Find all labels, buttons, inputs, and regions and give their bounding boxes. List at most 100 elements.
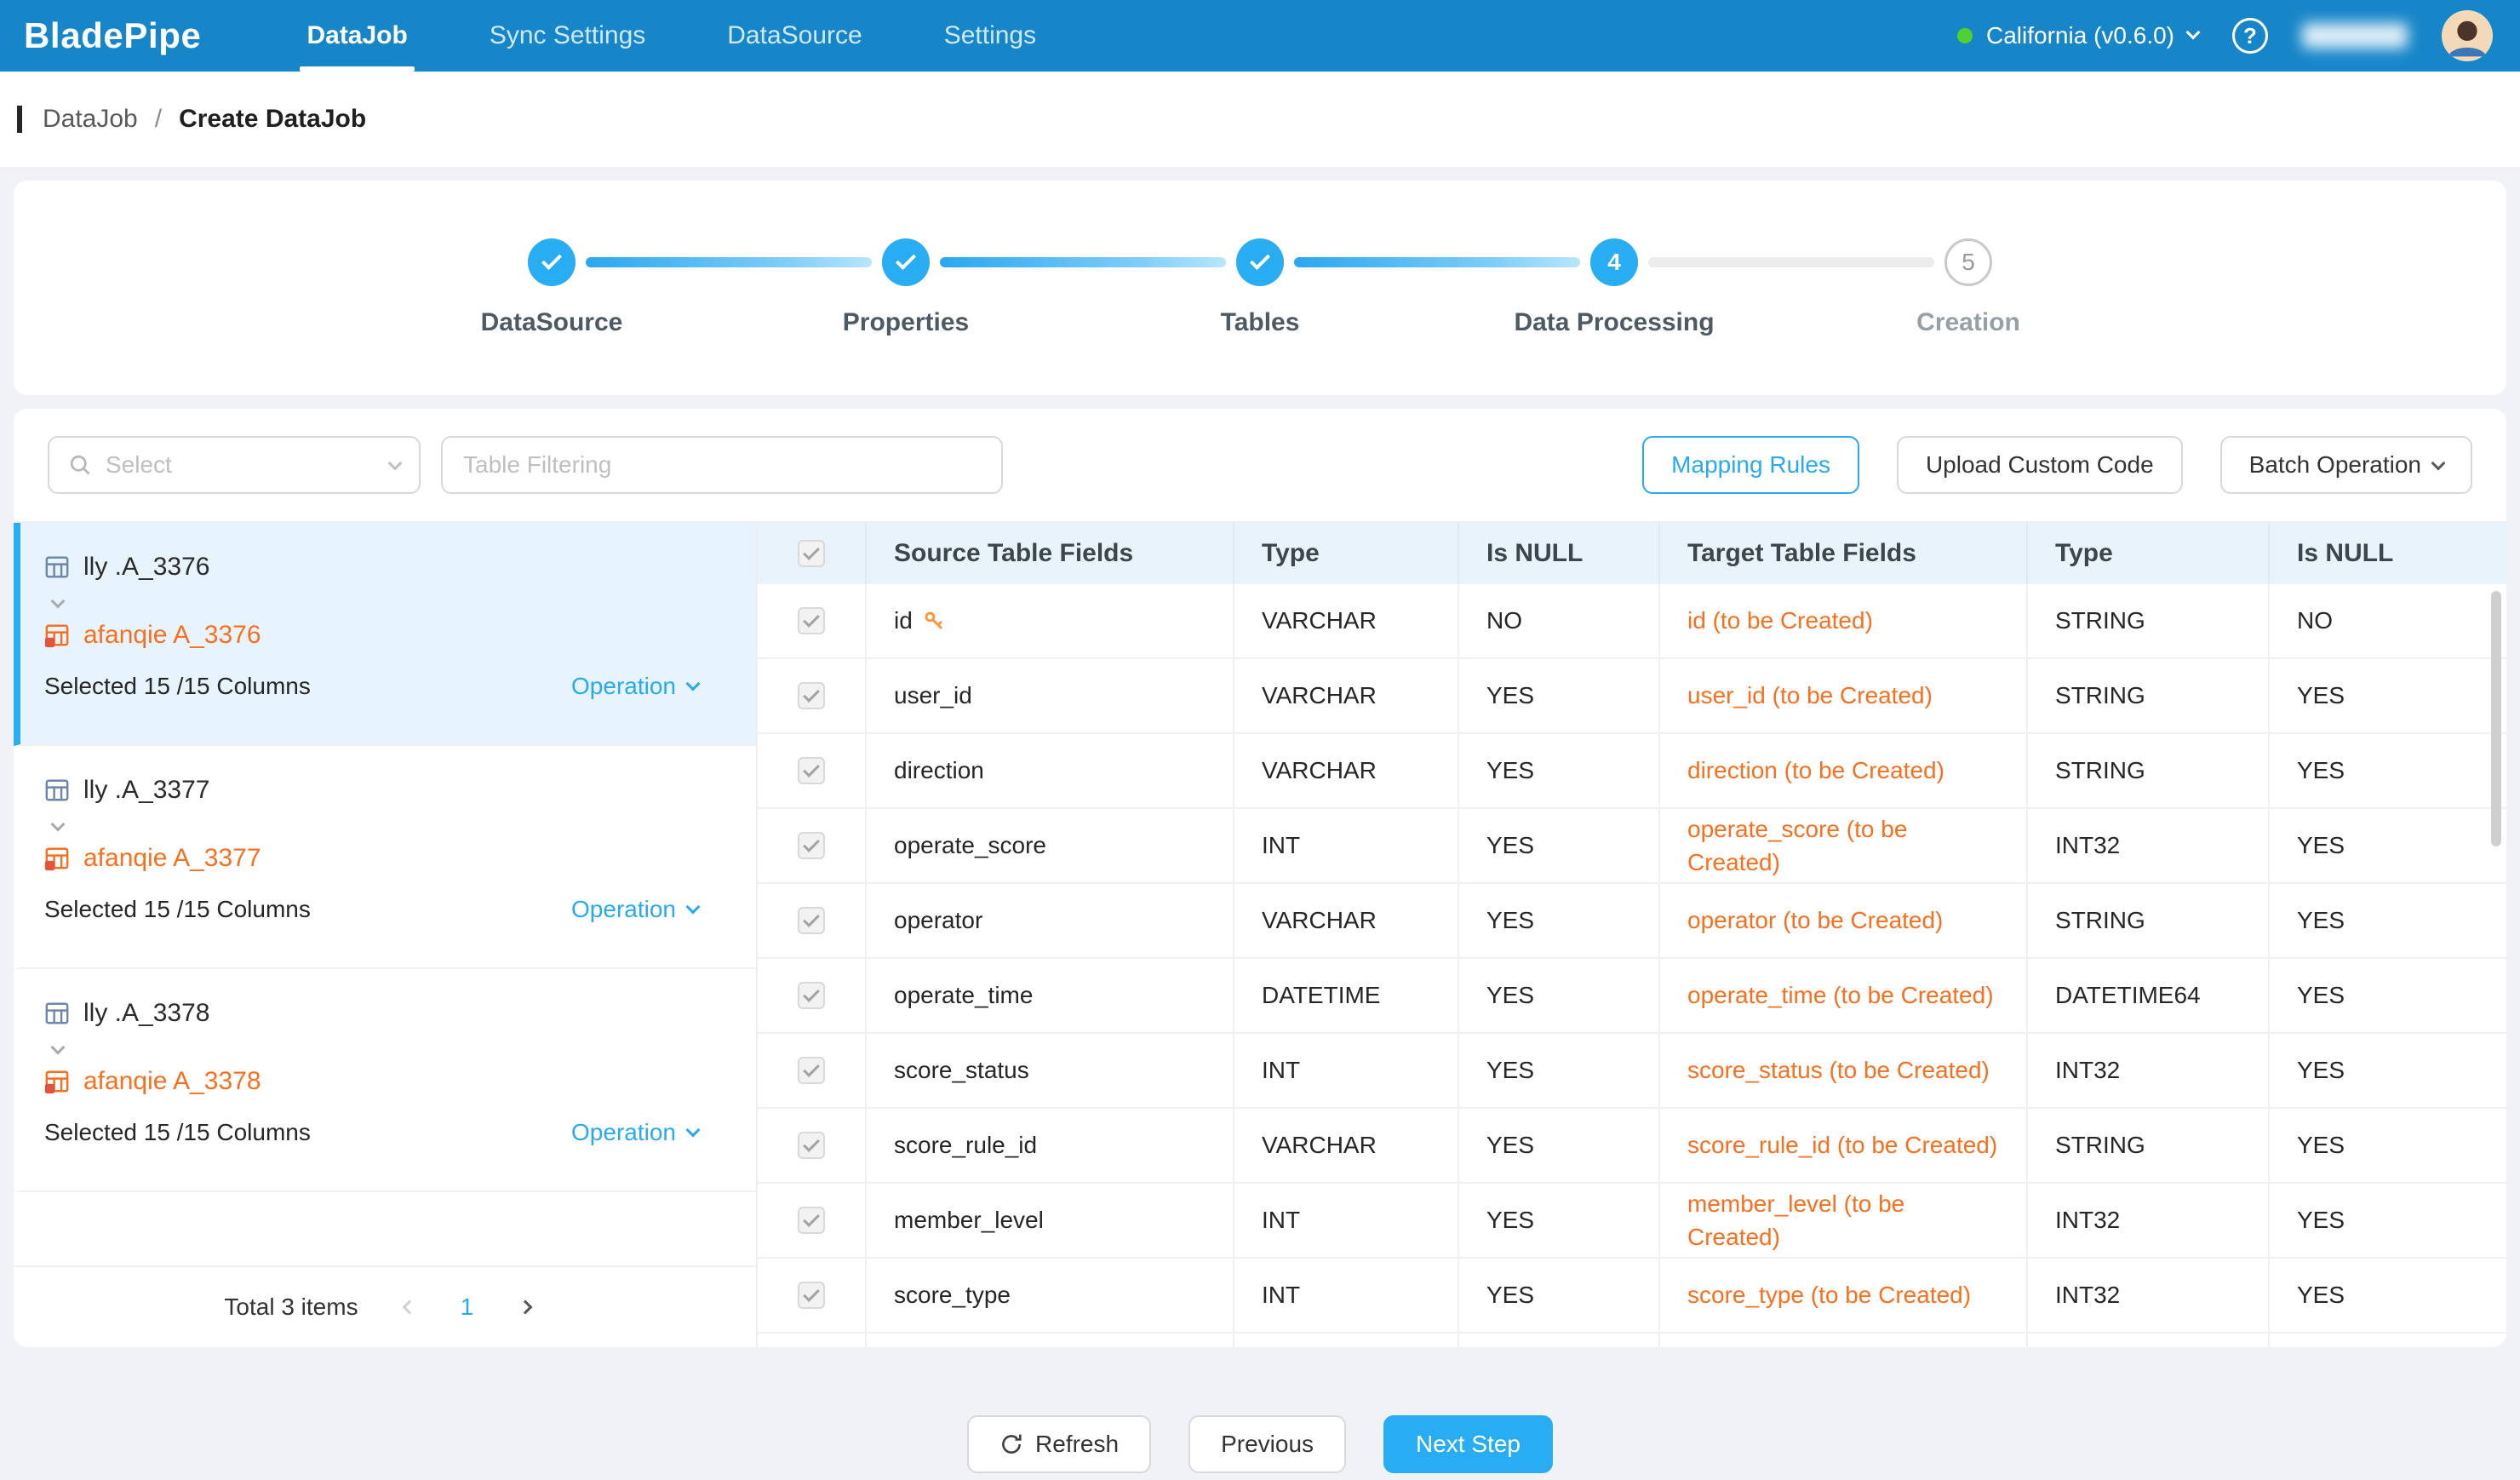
footer-actions: Refresh Previous Next Step (0, 1415, 2520, 1473)
scrollbar-thumb[interactable] (2491, 591, 2501, 846)
select-all-checkbox[interactable] (798, 540, 825, 567)
nav-item-label: DataSource (727, 21, 862, 50)
table-mapping-items: lly .A_3376 (14, 523, 756, 1192)
nav-item-label: Sync Settings (490, 21, 645, 50)
row-checkbox[interactable] (798, 1282, 825, 1309)
step: Properties (729, 238, 1083, 337)
operation-link[interactable]: Operation (571, 1119, 698, 1146)
source-field-type: VARCHAR (1234, 884, 1459, 957)
target-field-null: YES (2270, 959, 2506, 1032)
table-mapping-item[interactable]: lly .A_3378 (14, 969, 756, 1192)
table-body: id VARCHAR NO id (to be Created) STR (758, 584, 2506, 1334)
source-field-type: INT (1234, 1259, 1459, 1332)
source-field-name: id (894, 607, 913, 634)
step-number: 4 (1607, 249, 1621, 276)
source-field-name: direction (894, 757, 984, 784)
username-redacted (2302, 23, 2408, 49)
row-checkbox[interactable] (798, 607, 825, 634)
nav-item[interactable]: Sync Settings (449, 0, 686, 72)
stepper: DataSource Properties (375, 238, 2145, 337)
next-step-button[interactable]: Next Step (1383, 1415, 1553, 1473)
row-checkbox[interactable] (798, 832, 825, 859)
row-checkbox[interactable] (798, 982, 825, 1009)
breadcrumb-parent[interactable]: DataJob (43, 105, 138, 134)
source-field-type: VARCHAR (1234, 734, 1459, 807)
source-field-null: YES (1459, 1034, 1660, 1107)
nav-item[interactable]: DataSource (686, 0, 902, 72)
target-field-name: score_type (to be Created) (1687, 1278, 1971, 1311)
toolbar: Select Mapping Rules Upload Custom Code … (14, 409, 2506, 521)
target-table-icon (44, 846, 70, 871)
pagination-page[interactable]: 1 (447, 1287, 488, 1328)
source-field-null: NO (1459, 584, 1660, 657)
status-dot (1957, 28, 1973, 43)
next-step-label: Next Step (1416, 1431, 1521, 1458)
target-table-icon (44, 622, 70, 648)
row-checkbox[interactable] (798, 1057, 825, 1084)
region-selector[interactable]: California (v0.6.0) (1957, 22, 2198, 49)
source-field-type: VARCHAR (1234, 584, 1459, 657)
table-mapping-item[interactable]: lly .A_3376 (14, 523, 756, 746)
step-icon (1236, 238, 1284, 286)
pagination-next[interactable] (505, 1287, 546, 1328)
chevron-down-icon (686, 1123, 701, 1138)
source-field-name: operate_score (894, 832, 1046, 859)
source-field-type: DATETIME (1234, 959, 1459, 1032)
step-check-icon (896, 250, 916, 270)
table-mapping-list: lly .A_3376 (14, 523, 758, 1347)
table-row: operator VARCHAR YES operator (to be Cre… (758, 884, 2506, 959)
help-icon[interactable]: ? (2232, 18, 2268, 54)
breadcrumb-separator: / (155, 105, 162, 134)
col-source-null: Is NULL (1459, 523, 1660, 584)
table-row: user_id VARCHAR YES user_id (to be Creat… (758, 659, 2506, 734)
primary-key-icon (923, 610, 945, 632)
step-icon: 5 (1944, 238, 1992, 286)
mapping-rules-button[interactable]: Mapping Rules (1642, 436, 1859, 494)
source-field-null: YES (1459, 809, 1660, 882)
chevron-down-icon (388, 456, 403, 471)
map-arrow-down-icon (51, 594, 66, 609)
source-table-name: lly .A_3378 (83, 999, 209, 1028)
table-mapping-item[interactable]: lly .A_3377 (14, 746, 756, 969)
row-checkbox[interactable] (798, 1132, 825, 1159)
previous-button[interactable]: Previous (1188, 1415, 1346, 1473)
refresh-label: Refresh (1035, 1431, 1119, 1458)
source-field-type: VARCHAR (1234, 1109, 1459, 1182)
target-field-type: INT32 (2028, 1259, 2270, 1332)
table-select-dropdown[interactable]: Select (48, 436, 421, 494)
target-table-icon (44, 1069, 70, 1094)
source-field-type: VARCHAR (1234, 659, 1459, 732)
target-field-null: YES (2270, 1034, 2506, 1107)
nav-item[interactable]: DataJob (266, 0, 448, 72)
table-row: score_type INT YES score_type (to be Cre… (758, 1259, 2506, 1334)
nav-item-label: DataJob (306, 21, 407, 50)
refresh-button[interactable]: Refresh (967, 1415, 1151, 1473)
nav-item[interactable]: Settings (903, 0, 1077, 72)
pagination-prev[interactable] (389, 1287, 430, 1328)
breadcrumb-current: Create DataJob (179, 105, 366, 134)
source-field-null: YES (1459, 1184, 1660, 1257)
avatar[interactable] (2442, 10, 2493, 61)
table-row-partial (758, 1334, 2506, 1347)
operation-link[interactable]: Operation (571, 673, 698, 700)
upload-custom-code-button[interactable]: Upload Custom Code (1897, 436, 2183, 494)
target-field-name: member_level (to be Created) (1687, 1187, 1999, 1253)
step-icon: 4 (1590, 238, 1638, 286)
row-checkbox[interactable] (798, 907, 825, 934)
batch-operation-button[interactable]: Batch Operation (2220, 436, 2472, 494)
table-filter-input[interactable] (441, 436, 1003, 494)
target-field-name: score_status (to be Created) (1687, 1053, 1990, 1087)
brand-logo[interactable]: BladePipe (24, 15, 201, 56)
row-checkbox[interactable] (798, 682, 825, 709)
target-field-name: score_rule_id (to be Created) (1687, 1128, 1997, 1162)
row-checkbox[interactable] (798, 1207, 825, 1234)
chevron-down-icon (2431, 456, 2446, 471)
select-placeholder: Select (106, 451, 376, 479)
step: Tables (1083, 238, 1437, 337)
target-field-name: user_id (to be Created) (1687, 679, 1933, 712)
target-field-name: id (to be Created) (1687, 604, 1873, 637)
step: DataSource (375, 238, 729, 337)
avatar-image (2442, 10, 2493, 61)
row-checkbox[interactable] (798, 757, 825, 784)
operation-link[interactable]: Operation (571, 896, 698, 923)
